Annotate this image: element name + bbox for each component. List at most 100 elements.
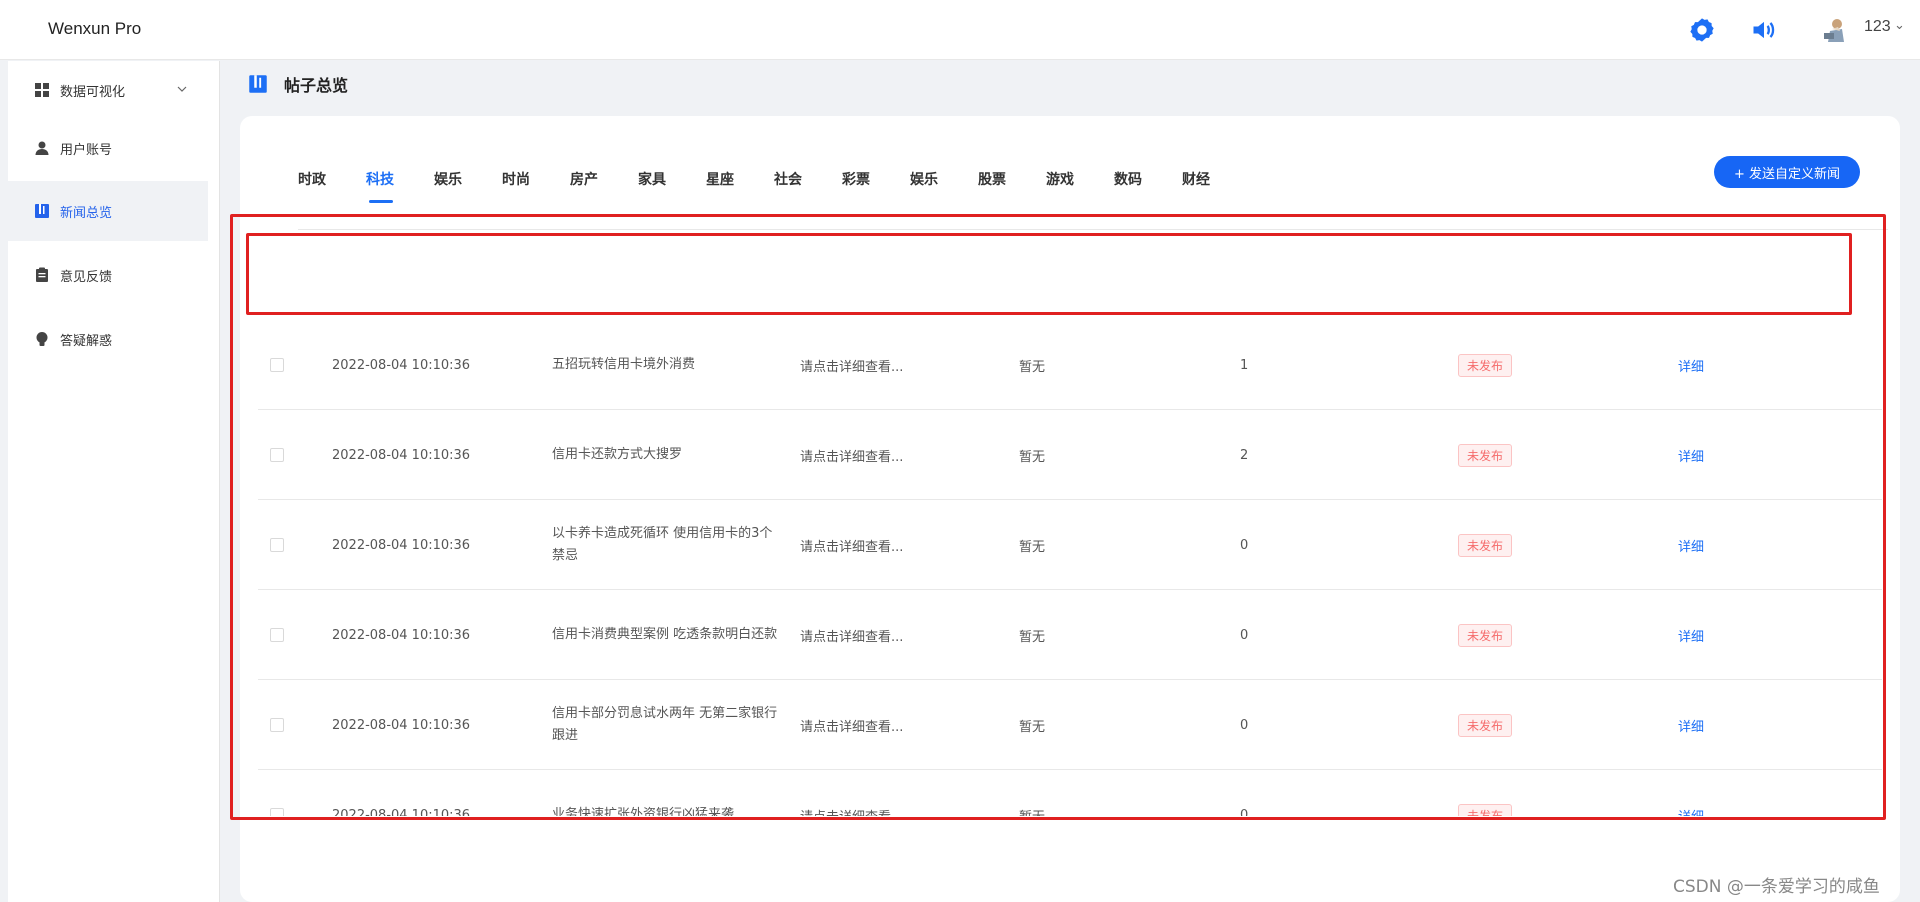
- row-summary: 请点击详细查看...: [800, 719, 904, 735]
- tab-keji[interactable]: 科技: [366, 168, 434, 212]
- tab-gupiao[interactable]: 股票: [978, 168, 1046, 212]
- row-title: 业务快速扩张外资银行凶猛来袭: [552, 807, 735, 816]
- row-count: 0: [1240, 537, 1249, 553]
- row-count: 0: [1240, 807, 1249, 817]
- tab-shuma[interactable]: 数码: [1114, 168, 1182, 212]
- row-time: 2022-08-04 10:10:36: [332, 717, 471, 733]
- book-icon: [35, 204, 49, 218]
- detail-link[interactable]: 详细: [1678, 536, 1704, 555]
- send-custom-news-button[interactable]: + 发送自定义新闻: [1714, 156, 1860, 188]
- table-row: 2022-08-04 10:10:36 以卡养卡造成死循环 使用信用卡的3个禁忌…: [258, 500, 1882, 590]
- tab-caipiao[interactable]: 彩票: [842, 168, 910, 212]
- row-summary: 请点击详细查看...: [800, 629, 904, 645]
- grid-icon: [35, 83, 49, 97]
- brand-name: Wenxun Pro: [48, 19, 142, 38]
- row-count: 1: [1240, 357, 1249, 373]
- row-time: 2022-08-04 10:10:36: [332, 357, 471, 373]
- row-field: 暂无: [1019, 719, 1046, 735]
- page-title: 帖子总览: [284, 76, 349, 95]
- sidebar-item-data-visualization[interactable]: 数据可视化: [8, 61, 208, 119]
- detail-link[interactable]: 详细: [1678, 716, 1704, 735]
- tab-shehui[interactable]: 社会: [774, 168, 842, 212]
- row-checkbox[interactable]: [270, 448, 284, 462]
- sidebar-item-feedback[interactable]: 意见反馈: [8, 245, 208, 305]
- status-badge: 未发布: [1458, 353, 1513, 377]
- tab-fangchan[interactable]: 房产: [570, 168, 638, 212]
- chevron-down-icon[interactable]: ⌄: [1894, 18, 1905, 33]
- sidebar-item-news-overview[interactable]: 新闻总览: [8, 181, 208, 241]
- row-time: 2022-08-04 10:10:36: [332, 807, 471, 817]
- status-badge: 未发布: [1458, 713, 1513, 737]
- watermark: CSDN @一条爱学习的咸鱼: [1673, 877, 1880, 897]
- speaker-icon[interactable]: [1750, 16, 1778, 44]
- book-icon: [249, 75, 267, 93]
- table-row: 2022-08-04 10:10:36 信用卡消费典型案例 吃透条款明白还款 请…: [258, 590, 1882, 680]
- chevron-down-icon[interactable]: [176, 83, 188, 95]
- row-count: 0: [1240, 717, 1249, 733]
- table-row: 2022-08-04 10:10:36 五招玩转信用卡境外消费 请点击详细查看.…: [258, 320, 1882, 410]
- category-tabs: 时政 科技 娱乐 时尚 房产 家具 星座 社会 彩票 娱乐 股票 游戏 数码 财…: [298, 168, 1250, 212]
- tab-yule[interactable]: 娱乐: [434, 168, 502, 212]
- row-field: 暂无: [1019, 770, 1045, 817]
- row-checkbox[interactable]: [270, 628, 284, 642]
- row-time: 2022-08-04 10:10:36: [332, 627, 471, 643]
- sidebar-item-label: 用户账号: [60, 142, 113, 158]
- table-row: 2022-08-04 10:10:36 信用卡部分罚息试水两年 无第二家银行跟进…: [258, 680, 1882, 770]
- tab-shizheng[interactable]: 时政: [298, 168, 366, 212]
- row-title: 信用卡还款方式大搜罗: [552, 447, 683, 462]
- row-field: 暂无: [1019, 629, 1046, 645]
- sidebar: 数据可视化 用户账号 新闻总览 意见反馈 答疑解惑: [8, 61, 220, 902]
- status-badge: 未发布: [1458, 533, 1513, 557]
- row-time: 2022-08-04 10:10:36: [332, 537, 471, 553]
- sidebar-item-label: 意见反馈: [60, 269, 113, 285]
- sidebar-item-label: 新闻总览: [60, 205, 113, 221]
- detail-link[interactable]: 详细: [1678, 446, 1704, 465]
- bulb-icon: [36, 332, 48, 346]
- status-badge: 未发布: [1458, 443, 1513, 467]
- row-summary: 请点击详细查看...: [800, 359, 904, 375]
- table-row: 2022-08-04 10:10:36 业务快速扩张外资银行凶猛来袭 请点击详细…: [258, 770, 1882, 816]
- row-checkbox[interactable]: [270, 718, 284, 732]
- row-summary: 请点击详细查看...: [800, 449, 904, 465]
- row-summary: 请点击详细查看...: [800, 770, 903, 817]
- sidebar-item-label: 数据可视化: [60, 84, 126, 100]
- page-heading: 帖子总览: [248, 72, 348, 96]
- top-bar: Wenxun Pro 123 ⌄: [0, 0, 1920, 60]
- tab-caijing[interactable]: 财经: [1182, 168, 1250, 212]
- tab-youxi[interactable]: 游戏: [1046, 168, 1114, 212]
- user-icon: [35, 141, 49, 155]
- tab-xingzuo[interactable]: 星座: [706, 168, 774, 212]
- row-time: 2022-08-04 10:10:36: [332, 447, 471, 463]
- clipboard-icon: [36, 267, 48, 282]
- row-title: 信用卡消费典型案例 吃透条款明白还款: [552, 627, 778, 642]
- tab-jiaju[interactable]: 家具: [638, 168, 706, 212]
- row-checkbox[interactable]: [270, 808, 284, 816]
- row-title: 五招玩转信用卡境外消费: [552, 357, 696, 372]
- gear-icon[interactable]: [1688, 16, 1716, 44]
- status-badge: 未发布: [1458, 623, 1513, 647]
- row-checkbox[interactable]: [270, 538, 284, 552]
- news-table: 2022-08-04 10:10:36 五招玩转信用卡境外消费 请点击详细查看.…: [258, 320, 1882, 816]
- row-title: 信用卡部分罚息试水两年 无第二家银行跟进: [552, 706, 778, 743]
- sidebar-item-label: 答疑解惑: [60, 333, 113, 349]
- row-field: 暂无: [1019, 449, 1046, 465]
- row-field: 暂无: [1019, 359, 1046, 375]
- row-title: 以卡养卡造成死循环 使用信用卡的3个禁忌: [552, 526, 773, 563]
- tab-yule-2[interactable]: 娱乐: [910, 168, 978, 212]
- sidebar-item-user-account[interactable]: 用户账号: [8, 119, 208, 177]
- user-name[interactable]: 123: [1864, 18, 1891, 36]
- sidebar-item-qa[interactable]: 答疑解惑: [8, 309, 208, 369]
- row-field: 暂无: [1019, 539, 1046, 555]
- table-row: 2022-08-04 10:10:36 信用卡还款方式大搜罗 请点击详细查看..…: [258, 410, 1882, 500]
- status-badge: 未发布: [1458, 803, 1513, 816]
- detail-link[interactable]: 详细: [1678, 356, 1704, 375]
- row-checkbox[interactable]: [270, 358, 284, 372]
- detail-link[interactable]: 详细: [1678, 806, 1704, 817]
- tab-shishang[interactable]: 时尚: [502, 168, 570, 212]
- row-summary: 请点击详细查看...: [800, 539, 904, 555]
- highlight-box-inner: [246, 233, 1852, 315]
- user-avatar[interactable]: [1820, 16, 1848, 44]
- row-count: 0: [1240, 627, 1249, 643]
- row-count: 2: [1240, 447, 1249, 463]
- detail-link[interactable]: 详细: [1678, 626, 1704, 645]
